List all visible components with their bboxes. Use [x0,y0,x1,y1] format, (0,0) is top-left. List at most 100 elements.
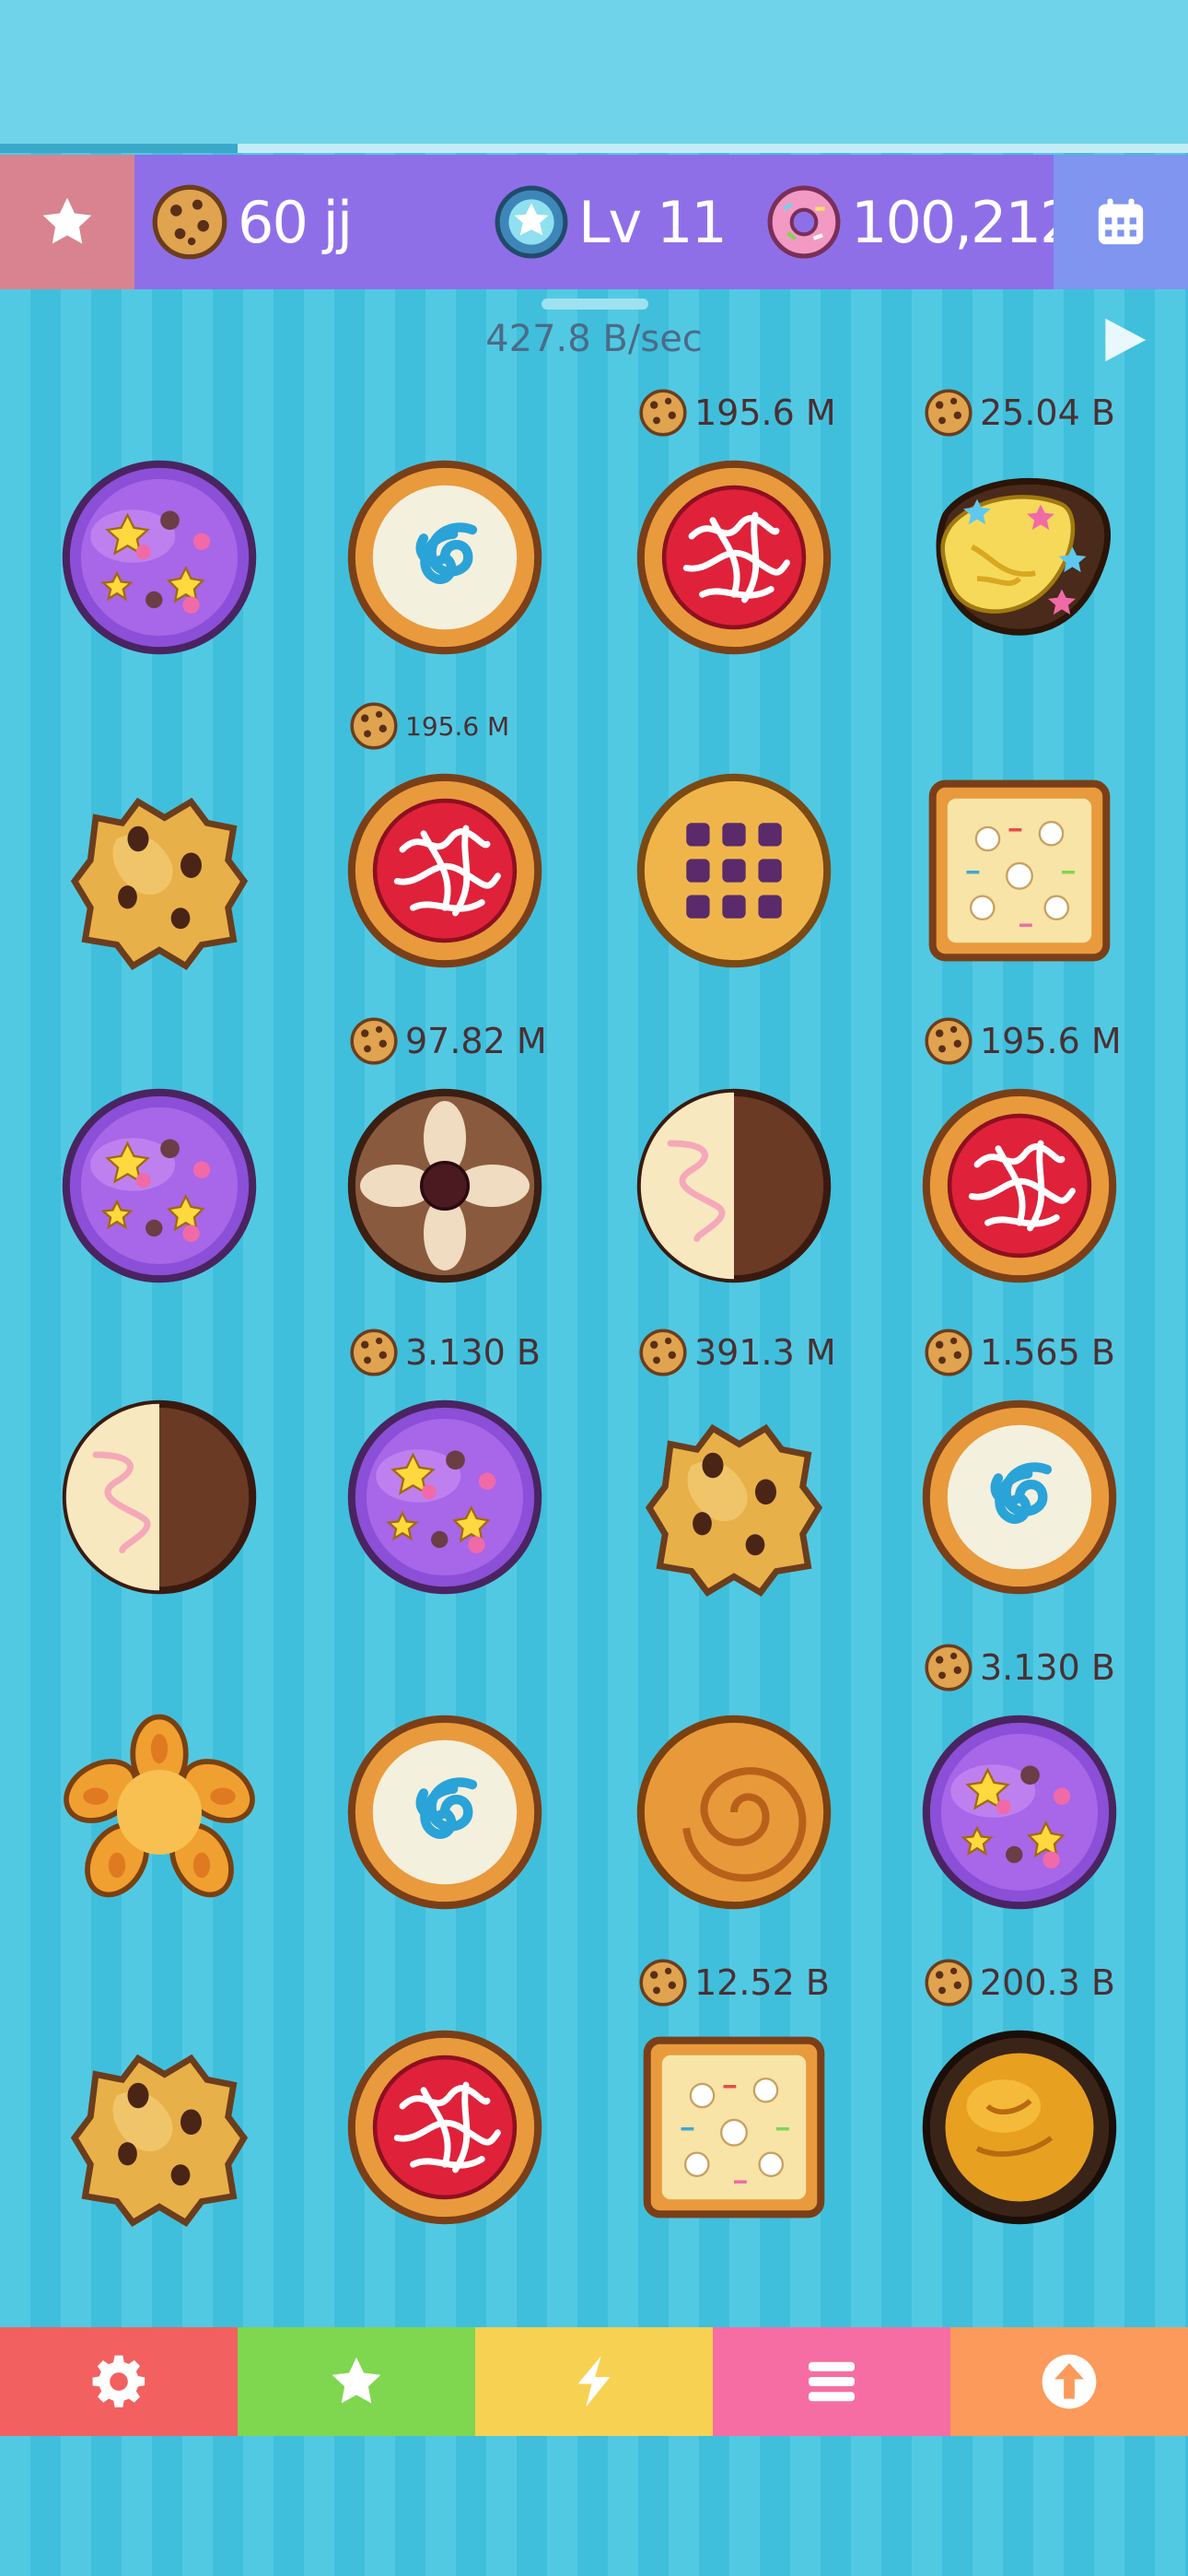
price-value: 391.3 M [694,1332,836,1373]
cookie-galaxy[interactable] [53,451,265,663]
tab-favorites[interactable] [238,2327,475,2436]
cookie-price-label: 12.52 B [637,1957,830,2008]
price-value: 1.565 B [980,1332,1115,1373]
cookie-caramel-dark[interactable] [914,2021,1125,2233]
cookie-galaxy[interactable] [53,1080,265,1292]
donut-counter: 100,212 [766,155,1076,289]
cookie-square-sprinkle[interactable] [914,765,1125,977]
level-display: Lv 11 [494,155,728,289]
cookie-art [347,1088,542,1283]
cookie-choc-flower[interactable] [339,1080,551,1292]
cookie-icon [639,389,687,437]
cookie-art [922,2030,1117,2225]
cookie-art [928,779,1111,962]
level-value: Lv 11 [578,188,728,256]
cookie-count: 60 jj [238,188,353,256]
cookie-waffle-berry[interactable] [628,765,840,977]
cookie-art [636,1715,832,1910]
cookie-art [922,1715,1117,1910]
cookie-icon [925,1644,973,1692]
cookie-half-dipped[interactable] [628,1080,840,1292]
cookie-art [936,477,1112,636]
price-value: 25.04 B [980,392,1115,433]
cookie-icon [152,184,227,260]
cookie-art [347,2030,542,2225]
cookie-art [347,1399,542,1595]
favorites-button[interactable] [0,155,134,289]
cookie-swirl-blue[interactable] [914,1391,1125,1603]
cookie-square-sprinkle[interactable] [628,2021,840,2233]
level-progress-fill [0,144,238,153]
star-icon [332,2357,381,2404]
calendar-button[interactable] [1054,155,1188,289]
cookie-swirl-blue[interactable] [339,451,551,663]
pull-handle[interactable] [542,299,648,310]
cookie-icon [639,1959,687,2007]
cookie-art [347,773,542,968]
price-value: 195.6 M [694,392,836,433]
price-value: 12.52 B [694,1962,830,2003]
cookie-icon [925,1959,973,2007]
price-value: 97.82 M [405,1021,547,1061]
level-badge-icon [495,185,568,259]
tab-menu[interactable] [713,2327,950,2436]
cookie-red-pizza[interactable] [339,2021,551,2233]
cookie-price-label: 3.130 B [348,1327,541,1378]
cookie-galaxy[interactable] [914,1706,1125,1918]
cookie-price-label: 195.6 M [923,1015,1122,1067]
cookie-red-pizza[interactable] [914,1080,1125,1292]
tab-boost[interactable] [475,2327,713,2436]
cookie-art [64,1714,255,1898]
cookie-art [643,2036,825,2219]
cookie-galaxy[interactable] [339,1391,551,1603]
cookie-price-label: 3.130 B [923,1642,1115,1693]
cookie-price-label: 200.3 B [923,1957,1115,2008]
cookie-butter-swirl[interactable] [628,1706,840,1918]
cookie-chunky-chip[interactable] [628,1391,840,1603]
cookie-orange-flower[interactable] [53,1706,265,1918]
cookie-price-label: 1.565 B [923,1327,1115,1378]
cookie-red-pizza[interactable] [339,765,551,977]
hud-bar: 60 jj Lv 11 100,212 [0,155,1188,289]
upgrade-arrow-icon [1042,2354,1097,2409]
calendar-icon [1098,198,1144,245]
price-value: 3.130 B [405,1332,541,1373]
cookie-art [347,1715,542,1910]
tab-settings[interactable] [0,2327,238,2436]
cookie-art [70,2054,249,2228]
cookie-art [636,1088,832,1283]
cookie-half-dipped[interactable] [53,1391,265,1603]
cookie-board: 195.6 M 25.04 B 195.6 M 97.82 M 195.6 M 3.130… [0,387,1188,2322]
donut-icon [767,185,841,259]
cookie-counter: 60 jj [151,155,353,289]
price-value: 195.6 M [405,710,510,742]
cookie-art [62,460,257,655]
cookie-price-label: 97.82 M [348,1015,547,1067]
price-value: 3.130 B [980,1647,1115,1688]
cookie-cream-star[interactable] [914,451,1125,663]
cookie-art [62,1088,257,1283]
cookie-price-label: 195.6 M [637,387,836,439]
top-background [0,0,1188,147]
cookie-icon [925,1329,973,1376]
price-value: 195.6 M [980,1021,1122,1061]
gear-icon [92,2355,146,2407]
donut-count: 100,212 [851,188,1076,256]
cookie-swirl-blue[interactable] [339,1706,551,1918]
cookie-chunky-chip[interactable] [53,2021,265,2233]
cookie-art [922,1399,1117,1595]
cookie-art [922,1088,1117,1283]
bottom-tab-bar [0,2327,1188,2436]
tab-upgrade[interactable] [950,2327,1188,2436]
cookie-price-label: 391.3 M [637,1327,836,1378]
cookie-red-pizza[interactable] [628,451,840,663]
cookie-icon [639,1329,687,1376]
cookie-chunky-chip[interactable] [53,765,265,977]
cookie-icon [925,1017,973,1065]
play-button[interactable] [1096,311,1153,372]
cookie-art [645,1423,823,1598]
star-icon [42,197,92,244]
cookie-icon [925,389,973,437]
play-icon [1105,318,1147,362]
cookie-price-label: 25.04 B [923,387,1115,439]
